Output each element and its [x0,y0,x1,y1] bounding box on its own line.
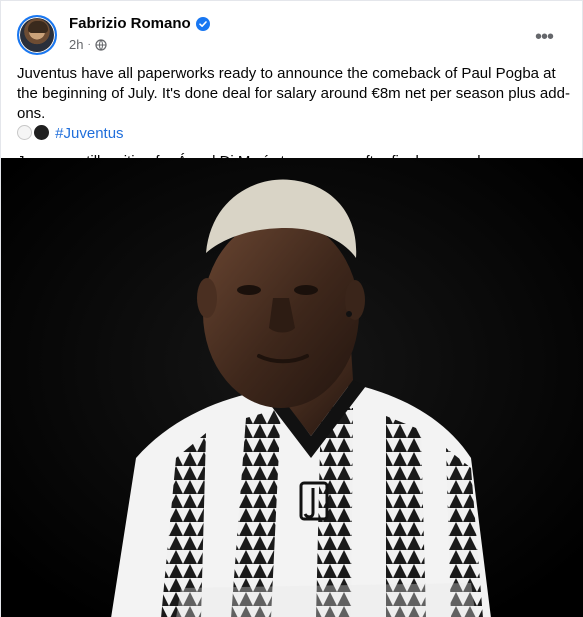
verified-badge-icon [195,16,210,31]
author-name-row: Fabrizio Romano [69,15,210,32]
white-circle-emoji [17,125,32,140]
pogba-photo-illustration [1,158,583,617]
post-timestamp[interactable]: 2h [69,37,83,52]
author-name[interactable]: Fabrizio Romano [69,15,191,32]
meta-separator: · [87,39,91,50]
globe-icon [95,38,107,51]
facebook-post: Fabrizio Romano 2h · ••• Juventus have a… [0,0,583,617]
post-meta: 2h · [69,37,107,52]
post-header: Fabrizio Romano 2h · ••• [17,13,570,57]
post-photo[interactable] [1,158,583,617]
post-paragraph-1: Juventus have all paperworks ready to an… [17,64,577,144]
author-avatar[interactable] [17,15,57,55]
post-text: Juventus have all paperworks ready to an… [17,64,577,172]
hashtag-juventus-link[interactable]: #Juventus [55,125,123,142]
more-options-icon[interactable]: ••• [528,21,560,53]
black-circle-emoji [34,125,49,140]
post-text-line-1: Juventus have all paperworks ready to an… [17,65,570,122]
